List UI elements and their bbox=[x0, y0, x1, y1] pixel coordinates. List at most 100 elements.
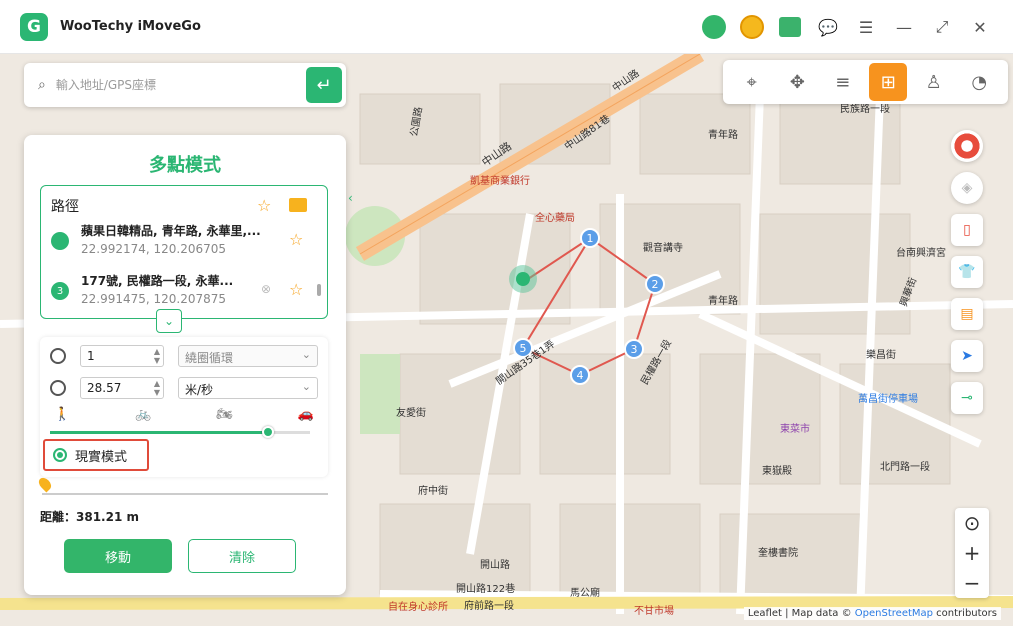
speed-input[interactable]: 28.57 ▲ ▼ bbox=[80, 377, 164, 399]
speed-slider[interactable] bbox=[50, 426, 310, 438]
map-attribution: Leaflet | Map data © OpenStreetMap contr… bbox=[743, 607, 1001, 620]
send-icon[interactable]: ➤ bbox=[951, 340, 983, 372]
right-side-tools: ◈ ▯ 👕 ▤ ➤ ⊸ bbox=[951, 130, 983, 414]
star-icon[interactable]: ☆ bbox=[289, 280, 303, 299]
pokeball-icon[interactable] bbox=[951, 130, 983, 162]
map-label: 不甘市場 bbox=[634, 606, 674, 617]
location-pin-icon bbox=[51, 232, 69, 250]
arrow-return-icon: ↵ bbox=[316, 74, 332, 96]
speed-unit-value: 米/秒 bbox=[185, 383, 214, 397]
search-icon: ⌕ bbox=[38, 77, 46, 93]
user-icon[interactable] bbox=[699, 12, 729, 42]
location-pin-icon bbox=[36, 475, 54, 493]
zoom-in-button[interactable]: + bbox=[964, 541, 981, 565]
chat-icon[interactable]: 💬 bbox=[813, 12, 843, 42]
history-folder-icon: ◔ bbox=[971, 71, 988, 93]
speed-slider-fill bbox=[50, 431, 269, 434]
chevron-down-icon: ⌄ bbox=[301, 348, 311, 361]
map-label: 北門路一段 bbox=[880, 462, 930, 473]
route-point-4[interactable]: 4 bbox=[570, 365, 590, 385]
route-point-2[interactable]: 2 bbox=[645, 274, 665, 294]
speed-row: 28.57 ▲ ▼ 米/秒 ⌄ bbox=[50, 377, 320, 401]
shirt-icon[interactable]: 👕 bbox=[951, 256, 983, 288]
route-point-3[interactable]: 3 bbox=[624, 339, 644, 359]
radio-selected-icon bbox=[53, 448, 67, 462]
car-icon[interactable]: 🚗 bbox=[298, 407, 314, 425]
map-label: 東菜市 bbox=[780, 424, 810, 435]
go-button[interactable]: ↵ bbox=[306, 67, 342, 103]
app-title: WooTechy iMoveGo bbox=[60, 19, 201, 34]
titlebar-controls: 💬 ☰ — ⤢ ✕ bbox=[699, 12, 995, 42]
star-icon[interactable]: ☆ bbox=[289, 230, 303, 249]
map-label: 台南興濟宮 bbox=[896, 248, 946, 259]
folder-icon[interactable] bbox=[289, 198, 307, 212]
route-point-item[interactable]: 蘋果日韓精品, 青年路, 永華里,... 22.992174, 120.2067… bbox=[51, 220, 319, 266]
map-label: 凱基商業銀行 bbox=[470, 176, 530, 187]
clear-button[interactable]: 清除 bbox=[188, 539, 296, 573]
map-label: 開山路 bbox=[480, 560, 510, 571]
times-value: 1 bbox=[87, 349, 95, 363]
jump-mode-button[interactable]: ♙ bbox=[915, 63, 953, 101]
history-button[interactable]: ◔ bbox=[960, 63, 998, 101]
stepper-icon[interactable]: ▲ ▼ bbox=[154, 347, 160, 365]
loop-mode-select[interactable]: 繞圈循環 ⌄ bbox=[178, 345, 318, 367]
app-window: G WooTechy iMoveGo 💬 ☰ — ⤢ ✕ 1 2 3 4 5 中… bbox=[0, 0, 1013, 626]
app-logo: G bbox=[20, 12, 48, 41]
route-lines-icon: ≡ bbox=[835, 71, 851, 93]
map-label: 府中街 bbox=[418, 486, 448, 497]
speed-presets: 🚶 🚲 🏍 🚗 bbox=[54, 407, 314, 425]
gift-icon[interactable] bbox=[775, 12, 805, 42]
expand-button[interactable]: ⌄ bbox=[156, 309, 182, 333]
map-label: 馬公廟 bbox=[570, 588, 600, 599]
mode-toolbar: ⌖ ✥ ≡ ⊞ ♙ ◔ bbox=[723, 60, 1008, 104]
attribution-suffix: contributors bbox=[933, 608, 997, 619]
move-button[interactable]: 移動 bbox=[64, 539, 172, 573]
route-label: 路徑 bbox=[51, 199, 79, 215]
motorcycle-icon[interactable]: 🏍 bbox=[216, 407, 233, 425]
panel-title: 多點模式 bbox=[149, 155, 221, 176]
gps-indicator-icon[interactable]: ◈ bbox=[951, 172, 983, 204]
wallet-icon[interactable]: ▤ bbox=[951, 298, 983, 330]
crosshair-icon: ⌖ bbox=[746, 71, 757, 93]
stepper-icon[interactable]: ▲ ▼ bbox=[154, 379, 160, 397]
zoom-controls: ⊙ + − bbox=[955, 508, 989, 598]
map-label: 開山路122巷 bbox=[456, 584, 516, 595]
times-input[interactable]: 1 ▲ ▼ bbox=[80, 345, 164, 367]
zoom-out-button[interactable]: − bbox=[964, 571, 981, 595]
multi-spot-mode-button[interactable]: ⊞ bbox=[869, 63, 908, 101]
toggle-icon[interactable]: ⊸ bbox=[951, 382, 983, 414]
point-name: 177號, 民權路一段, 永華... bbox=[81, 274, 234, 288]
real-mode-toggle[interactable]: 現實模式 bbox=[43, 439, 149, 471]
delete-icon[interactable]: ⊗ bbox=[261, 282, 271, 296]
speed-slider-knob[interactable] bbox=[262, 426, 275, 438]
point-number-badge: 3 bbox=[51, 282, 69, 300]
map-label: 奎樓書院 bbox=[758, 548, 798, 559]
walk-icon[interactable]: 🚶 bbox=[54, 407, 70, 425]
map-label: 樂昌街 bbox=[866, 350, 896, 361]
teleport-mode-button[interactable]: ⌖ bbox=[733, 63, 771, 101]
menu-icon[interactable]: ☰ bbox=[851, 12, 881, 42]
speed-unit-select[interactable]: 米/秒 ⌄ bbox=[178, 377, 318, 399]
bike-icon[interactable]: 🚲 bbox=[135, 407, 151, 425]
collapse-arrow-icon[interactable]: ‹ bbox=[348, 191, 353, 205]
phone-icon[interactable]: ▯ bbox=[951, 214, 983, 246]
joystick-mode-button[interactable]: ✥ bbox=[778, 63, 816, 101]
map-label: 觀音講寺 bbox=[643, 243, 683, 254]
search-input[interactable] bbox=[55, 78, 286, 92]
fullscreen-icon[interactable]: ⤢ bbox=[927, 12, 957, 42]
route-point-item[interactable]: 3 177號, 民權路一段, 永華... 22.991475, 120.2078… bbox=[51, 270, 319, 316]
multi-spot-icon: ⊞ bbox=[880, 71, 896, 93]
coin-icon[interactable] bbox=[737, 12, 767, 42]
attribution-prefix: Leaflet | Map data © bbox=[747, 608, 855, 619]
minimize-icon[interactable]: — bbox=[889, 12, 919, 42]
locate-icon[interactable]: ⊙ bbox=[964, 511, 981, 535]
map-label: 東嶽殿 bbox=[762, 466, 792, 477]
close-icon[interactable]: ✕ bbox=[965, 12, 995, 42]
map-label: 青年路 bbox=[708, 130, 738, 141]
star-icon[interactable]: ☆ bbox=[257, 196, 271, 215]
openstreetmap-link[interactable]: OpenStreetMap bbox=[855, 608, 933, 619]
two-spot-mode-button[interactable]: ≡ bbox=[824, 63, 862, 101]
map-label: 萬昌街停車場 bbox=[858, 394, 918, 405]
route-list-scrollbar[interactable] bbox=[317, 284, 321, 296]
route-point-1[interactable]: 1 bbox=[580, 228, 600, 248]
